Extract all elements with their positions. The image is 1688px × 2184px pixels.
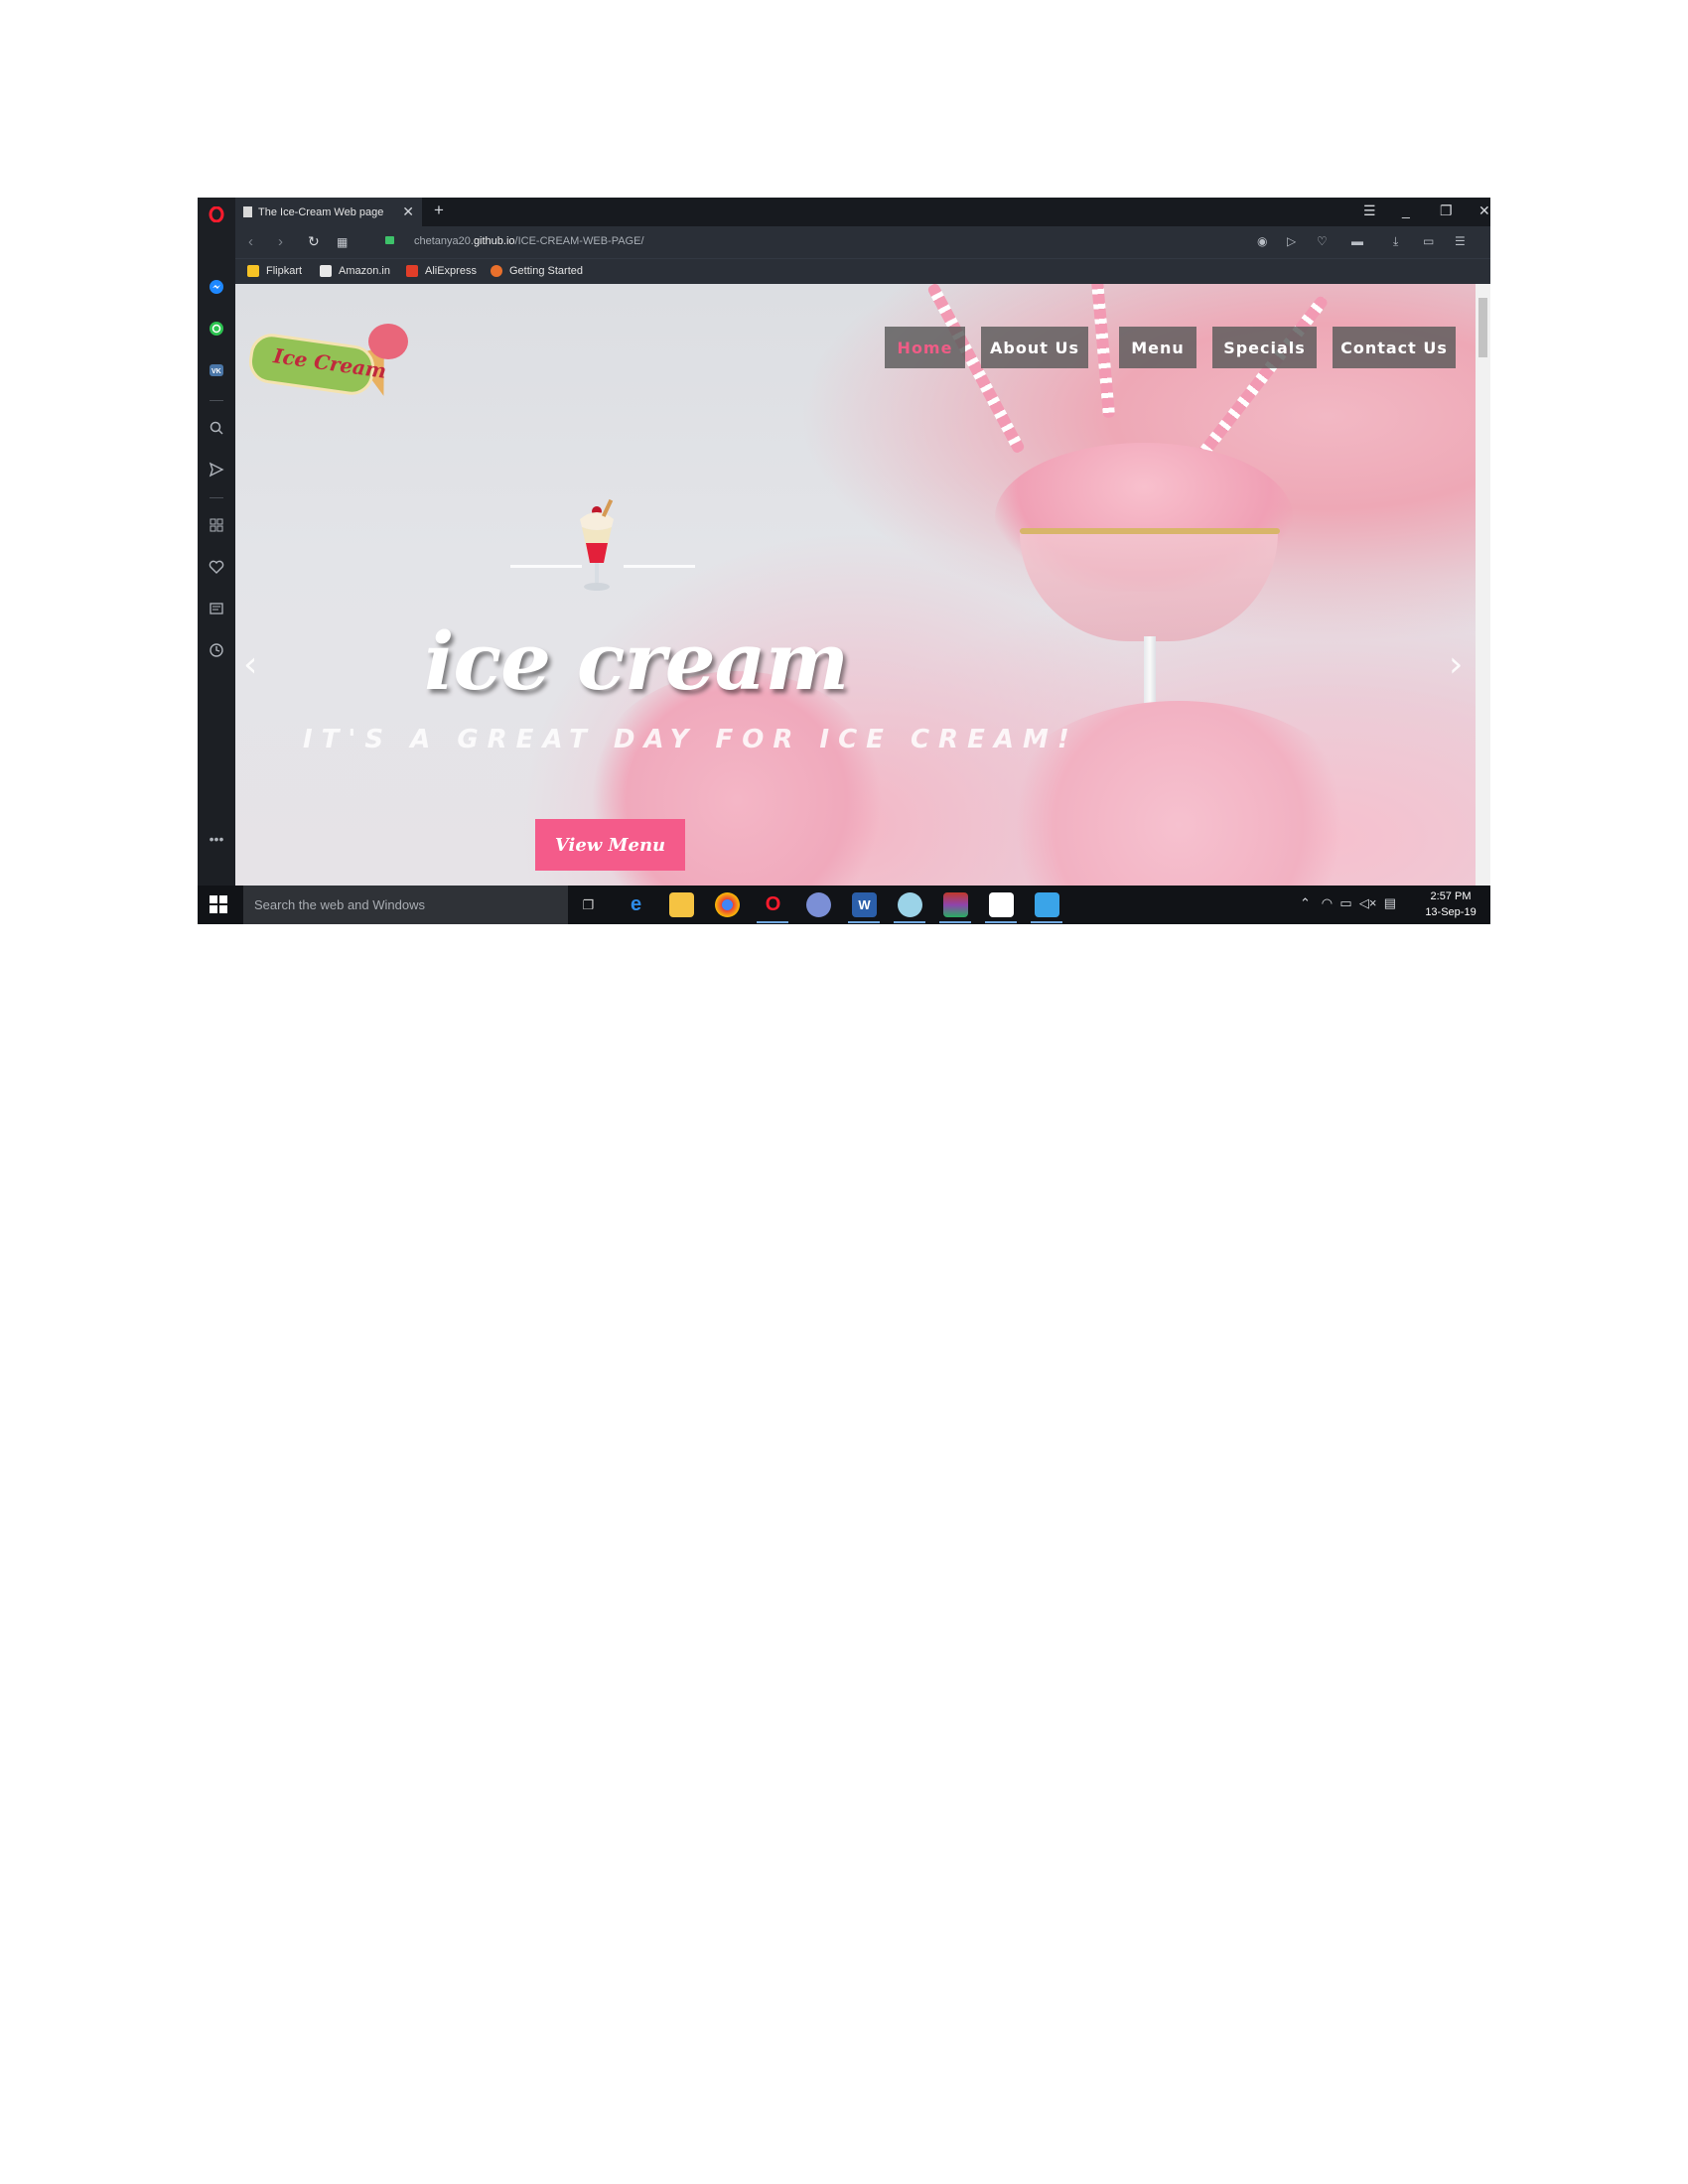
clock-date: 13-Sep-19 xyxy=(1425,906,1477,918)
taskbar-search-input[interactable]: Search the web and Windows xyxy=(243,886,568,924)
task-view-icon[interactable]: ❐ xyxy=(576,892,601,917)
battery-saver-icon[interactable]: ▭ xyxy=(1423,234,1434,248)
opera-icon[interactable]: O xyxy=(761,892,785,917)
minimize-icon[interactable]: _ xyxy=(1402,203,1410,218)
reload-icon[interactable]: ↻ xyxy=(308,233,320,250)
bookmark-flipkart[interactable]: Flipkart xyxy=(247,265,302,277)
file-explorer-icon[interactable] xyxy=(669,892,694,917)
nav-home[interactable]: Home xyxy=(885,327,965,368)
bookmark-aliexpress[interactable]: AliExpress xyxy=(406,265,477,277)
battery-icon[interactable]: ▭ xyxy=(1339,895,1351,910)
glass-bowl-image xyxy=(1020,532,1278,641)
word-icon[interactable]: W xyxy=(852,892,877,917)
straw-image xyxy=(926,284,1026,455)
download-icon[interactable]: ⤓ xyxy=(1393,234,1398,249)
chrome-icon[interactable] xyxy=(715,892,740,917)
bookmarks-bar: Flipkart Amazon.in AliExpress Getting St… xyxy=(235,258,1490,285)
forward-icon[interactable]: › xyxy=(278,233,283,250)
amazon-icon xyxy=(320,265,332,277)
close-tab-icon[interactable]: ✕ xyxy=(402,204,414,220)
opera-sidebar: VK ••• xyxy=(198,198,235,886)
snipping-tool-icon[interactable] xyxy=(1035,892,1059,917)
divider-right xyxy=(624,565,695,568)
clock[interactable]: 2:57 PM 13-Sep-19 xyxy=(1421,888,1480,920)
tab-title: The Ice-Cream Web page xyxy=(258,205,384,218)
page-scrollbar[interactable] xyxy=(1476,284,1490,886)
nav-specials[interactable]: Specials xyxy=(1212,327,1317,368)
vpn-icon[interactable]: ▬ xyxy=(1351,234,1363,248)
page-icon xyxy=(243,206,252,217)
tab-menu-icon[interactable]: ☰ xyxy=(1363,203,1376,219)
vk-icon[interactable]: VK xyxy=(207,360,226,380)
messenger-icon[interactable] xyxy=(207,277,226,297)
firefox-icon xyxy=(491,265,502,277)
scoop-icon xyxy=(368,324,408,359)
easy-setup-icon[interactable]: ☰ xyxy=(1455,234,1466,248)
hero-subtitle: IT'S A GREAT DAY FOR ICE CREAM! xyxy=(303,725,1078,754)
view-menu-button[interactable]: View Menu xyxy=(535,819,685,871)
tabs-grid-icon[interactable]: ▦ xyxy=(337,235,348,249)
web-page: Ice Cream Home About Us Menu Specials Co… xyxy=(235,284,1476,886)
bookmark-amazon[interactable]: Amazon.in xyxy=(320,265,390,277)
site-logo[interactable]: Ice Cream xyxy=(246,322,418,401)
taskbar: Search the web and Windows ❐ e O W ⌃ ◠ ▭… xyxy=(198,886,1490,924)
scrollbar-thumb[interactable] xyxy=(1478,298,1487,357)
window-close-icon[interactable]: ✕ xyxy=(1478,203,1490,219)
bookmark-getting-started[interactable]: Getting Started xyxy=(491,265,583,277)
camera-icon[interactable]: ◉ xyxy=(1257,234,1267,248)
flipkart-icon xyxy=(247,265,259,277)
more-icon[interactable]: ••• xyxy=(207,829,226,849)
whatsapp-icon[interactable] xyxy=(207,319,226,339)
restore-icon[interactable]: ❐ xyxy=(1440,203,1453,219)
windows-start-icon[interactable] xyxy=(210,895,228,914)
system-tray: ⌃ ◠ ▭ ◁× ▤ xyxy=(1300,895,1396,911)
edge-icon[interactable]: e xyxy=(624,892,648,917)
back-icon[interactable]: ‹ xyxy=(248,233,253,250)
send-icon[interactable] xyxy=(207,460,226,479)
opera-logo-icon[interactable] xyxy=(207,205,226,224)
screen: VK ••• The Ice-Cream Web page ✕ + ☰ _ ❐ … xyxy=(198,198,1490,924)
address-bar: ‹ › ↻ ▦ chetanya20.github.io/ICE-CREAM-W… xyxy=(235,226,1490,258)
straw-image xyxy=(1090,284,1116,419)
heart-icon[interactable] xyxy=(207,557,226,577)
photos-icon[interactable] xyxy=(989,892,1014,917)
news-icon[interactable] xyxy=(207,599,226,618)
show-hidden-icons-icon[interactable]: ⌃ xyxy=(1300,895,1311,910)
bookmark-heart-icon[interactable]: ♡ xyxy=(1317,234,1328,248)
notifications-icon[interactable]: ▤ xyxy=(1384,895,1396,910)
winrar-icon[interactable] xyxy=(943,892,968,917)
carousel-next-icon[interactable]: › xyxy=(1449,644,1463,685)
nav-menu[interactable]: Menu xyxy=(1119,327,1196,368)
lock-icon xyxy=(385,236,394,244)
paint-icon[interactable] xyxy=(898,892,922,917)
hero-title: ice cream xyxy=(424,614,849,708)
carousel-prev-icon[interactable]: ‹ xyxy=(243,644,257,685)
volume-muted-icon[interactable]: ◁× xyxy=(1359,895,1377,910)
history-icon[interactable] xyxy=(207,640,226,660)
nav-about-us[interactable]: About Us xyxy=(981,327,1088,368)
wifi-icon[interactable]: ◠ xyxy=(1322,895,1333,910)
tab-strip: The Ice-Cream Web page ✕ + ☰ _ ❐ ✕ xyxy=(235,198,1490,226)
share-icon[interactable]: ▷ xyxy=(1287,234,1296,248)
clock-time: 2:57 PM xyxy=(1430,890,1472,902)
search-icon[interactable] xyxy=(207,418,226,438)
nav-contact-us[interactable]: Contact Us xyxy=(1333,327,1456,368)
svg-text:VK: VK xyxy=(211,368,221,375)
glass-rim-image xyxy=(1020,528,1280,534)
aliexpress-icon xyxy=(406,265,418,277)
divider-left xyxy=(510,565,582,568)
url-field[interactable]: chetanya20.github.io/ICE-CREAM-WEB-PAGE/ xyxy=(414,235,644,247)
sundae-icon xyxy=(580,498,614,591)
speed-dial-icon[interactable] xyxy=(207,515,226,535)
tab-active[interactable]: The Ice-Cream Web page ✕ xyxy=(235,198,422,226)
new-tab-button[interactable]: + xyxy=(434,201,444,220)
app-icon[interactable] xyxy=(806,892,831,917)
